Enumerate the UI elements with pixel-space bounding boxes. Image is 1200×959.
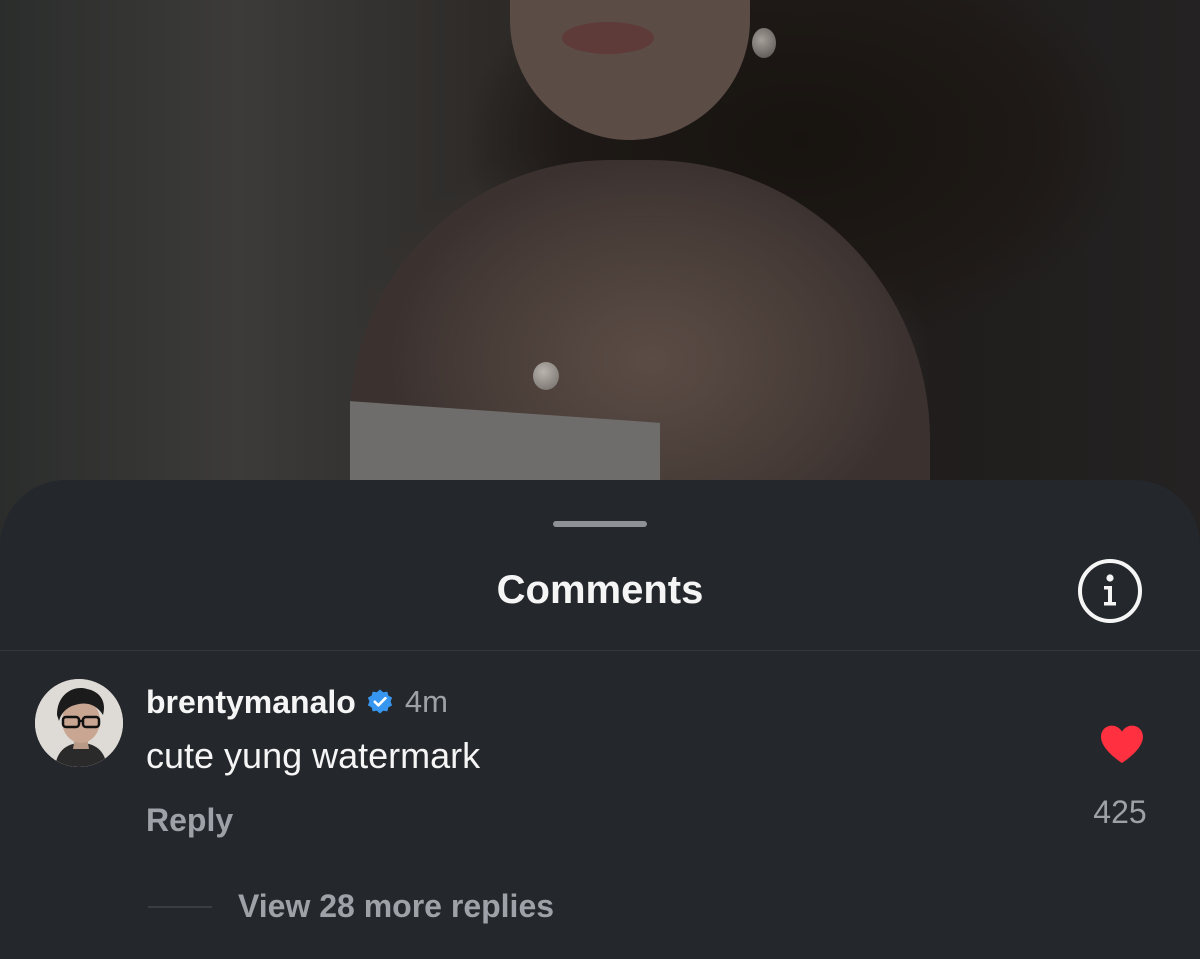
app-root: Comments brentymanalo 4m cute yung water… (0, 0, 1200, 959)
verified-badge-icon (366, 688, 394, 716)
header-divider (0, 650, 1200, 651)
view-more-replies-button[interactable]: View 28 more replies (238, 886, 554, 926)
comment-header: brentymanalo 4m (146, 682, 448, 722)
like-count: 425 (1093, 794, 1147, 830)
post-photo-background (0, 0, 1200, 583)
replies-indent-line (148, 906, 212, 908)
like-button[interactable] (1099, 724, 1145, 764)
sheet-title: Comments (496, 568, 704, 612)
sheet-drag-handle[interactable] (553, 521, 647, 527)
heart-icon (1099, 725, 1145, 768)
comments-sheet: Comments brentymanalo 4m cute yung water… (0, 480, 1200, 959)
reply-button[interactable]: Reply (146, 800, 233, 840)
comment-text: cute yung watermark (146, 735, 481, 776)
photo-pearl-necklace-shape (533, 362, 559, 390)
avatar[interactable] (35, 679, 123, 767)
comment-username[interactable]: brentymanalo (146, 684, 356, 721)
info-button[interactable] (1077, 558, 1143, 624)
comment-timestamp: 4m (404, 684, 448, 719)
photo-earring-shape (752, 28, 776, 58)
photo-lips-shape (562, 22, 654, 54)
info-circle-icon (1077, 558, 1143, 624)
